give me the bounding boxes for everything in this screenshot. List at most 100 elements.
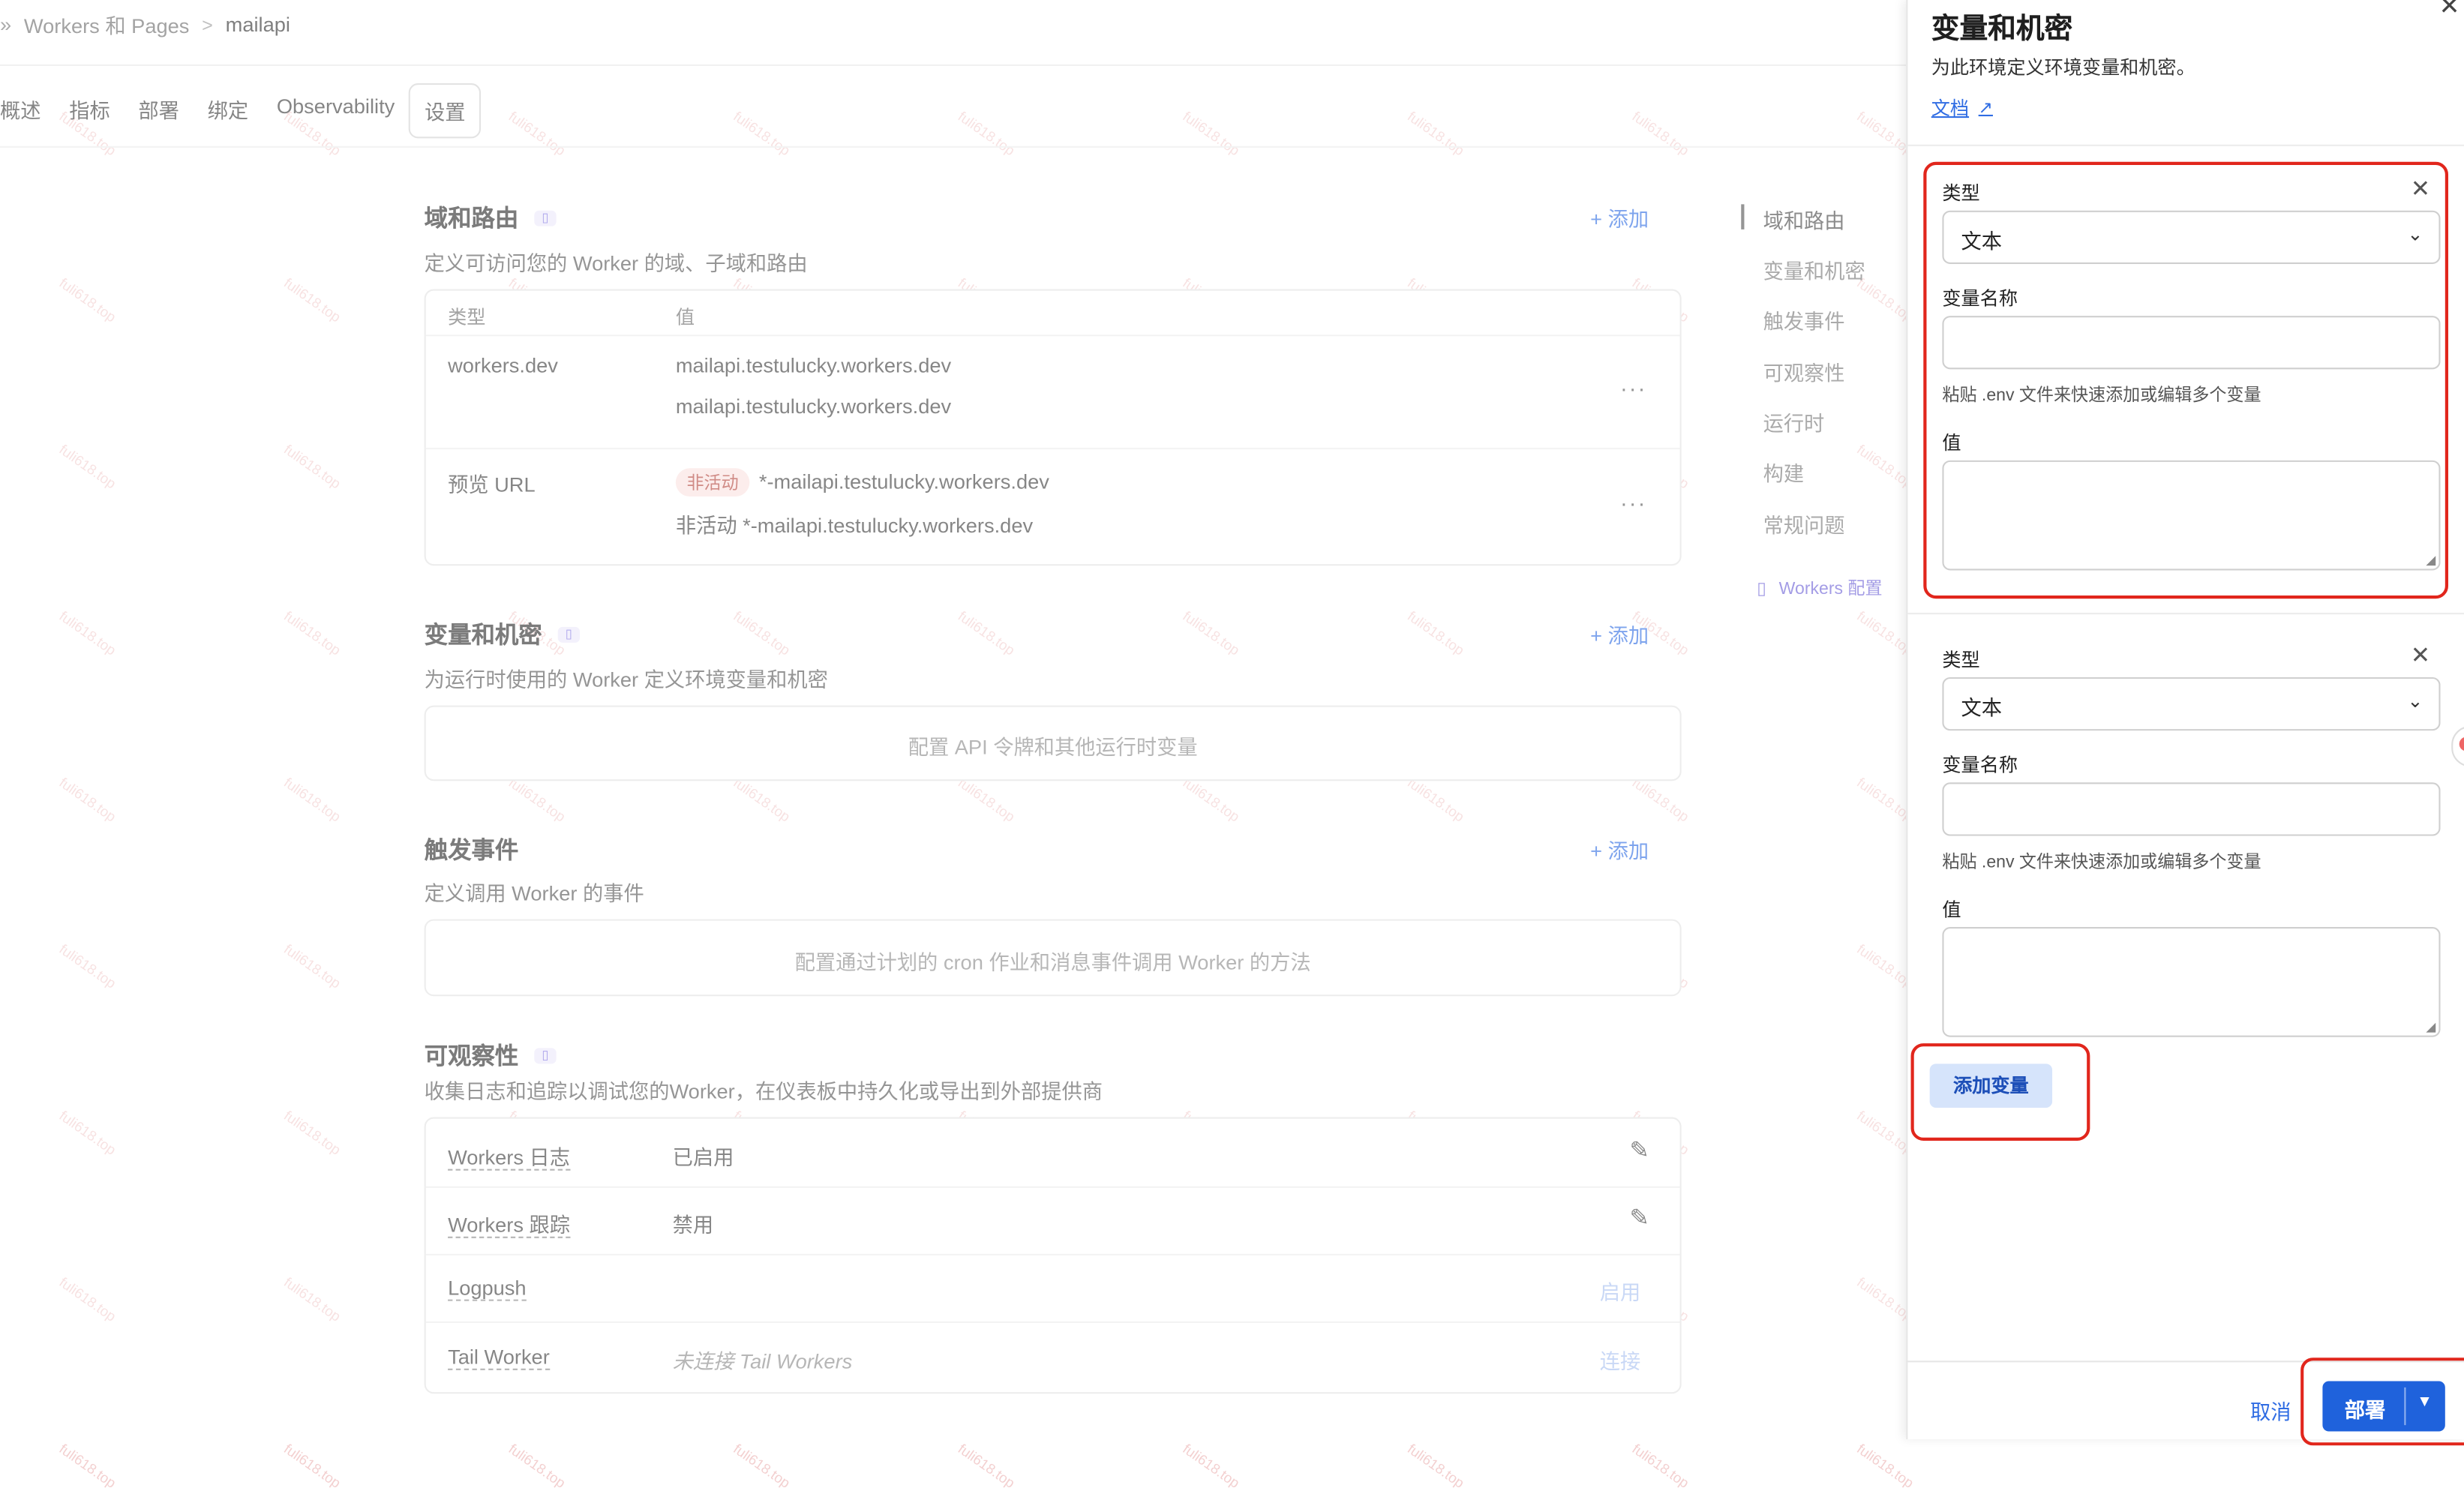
env-paste-hint: 粘贴 .env 文件来快速添加或编辑多个变量 — [1942, 853, 2261, 872]
watermark-text: fuli618.top — [1853, 1441, 1917, 1491]
watermark-text: fuli618.top — [1404, 1441, 1468, 1491]
chevron-down-icon: ⌄ — [2407, 223, 2423, 245]
nav-item-triggers[interactable]: 触发事件 — [1763, 304, 1845, 334]
edit-icon[interactable]: ✎ — [1630, 1204, 1649, 1232]
tab-bindings[interactable]: 绑定 — [194, 83, 263, 138]
domains-title-text: 域和路由 — [424, 206, 519, 233]
variable-name-input[interactable] — [1942, 316, 2441, 370]
book-icon[interactable]: ▯ — [534, 1047, 557, 1064]
book-icon[interactable]: ▯ — [557, 626, 581, 642]
nav-item-variables[interactable]: 变量和机密 — [1763, 254, 1865, 284]
active-indicator — [1741, 204, 1745, 230]
watermark-text: fuli618.top — [56, 1274, 119, 1325]
watermark-text: fuli618.top — [955, 608, 1018, 658]
tail-worker-connect-link[interactable]: 连接 — [1600, 1345, 1641, 1375]
nav-item-observability[interactable]: 可观察性 — [1763, 357, 1845, 387]
tab-deployments[interactable]: 部署 — [125, 83, 194, 138]
breadcrumb-parent[interactable]: Workers 和 Pages — [24, 10, 189, 40]
watermark-text: fuli618.top — [730, 608, 794, 658]
watermark-text: fuli618.top — [955, 774, 1018, 825]
logpush-name: Logpush — [448, 1276, 527, 1301]
watermark-text: fuli618.top — [281, 1441, 344, 1491]
table-divider — [425, 334, 1680, 337]
variable-name-label: 变量名称 — [1942, 287, 2018, 310]
breadcrumb-icon: » — [0, 12, 12, 37]
add-variable-button[interactable]: 添加变量 — [1929, 1064, 2053, 1108]
nav-item-build[interactable]: 构建 — [1763, 458, 1805, 488]
domains-section-title: 域和路由 ▯ — [425, 201, 557, 234]
watermark-text: fuli618.top — [281, 940, 344, 992]
value-label: 值 — [1942, 432, 1961, 454]
nav-item-general[interactable]: 常规问题 — [1763, 509, 1845, 539]
remove-entry-icon[interactable]: ✕ — [2411, 175, 2430, 203]
preview-route-value: *-mailapi.testulucky.workers.dev — [758, 470, 1049, 494]
triggers-title-text: 触发事件 — [424, 837, 519, 865]
type-label: 类型 — [1942, 649, 1980, 671]
triggers-empty-card[interactable]: 配置通过计划的 cron 作业和消息事件调用 Worker 的方法 — [424, 919, 1682, 997]
type-select[interactable]: 文本 ⌄ — [1942, 676, 2441, 731]
main-content: fuli618.top fuli618.top fuli618.top fuli618… — [0, 0, 1916, 1491]
resize-grip-icon[interactable]: ◢ — [2426, 1020, 2435, 1034]
watermark-text: fuli618.top — [56, 608, 119, 658]
variables-section-title: 变量和机密 ▯ — [425, 617, 581, 650]
type-select[interactable]: 文本 ⌄ — [1942, 210, 2441, 264]
close-icon[interactable]: ✕ — [2438, 0, 2459, 22]
nav-item-domains[interactable]: 域和路由 — [1763, 204, 1845, 234]
drawer-title: 变量和机密 — [1931, 12, 2073, 44]
tab-metrics[interactable]: 指标 — [55, 83, 124, 138]
drawer-doc-link[interactable]: 文档 ↗ — [1931, 94, 1993, 122]
preview-route: 非活动 *-mailapi.testulucky.workers.dev — [675, 468, 1049, 497]
deploy-label: 部署 — [2344, 1398, 2386, 1422]
watermark-text: fuli618.top — [955, 108, 1018, 159]
tab-settings[interactable]: 设置 — [409, 83, 482, 139]
more-options-icon[interactable]: ··· — [1620, 490, 1647, 516]
workers-logs-label: Workers 日志 — [448, 1141, 570, 1171]
nav-item-runtime[interactable]: 运行时 — [1763, 407, 1825, 437]
watermark-text: fuli618.top — [955, 1441, 1018, 1491]
remove-entry-icon[interactable]: ✕ — [2411, 641, 2430, 670]
chevron-down-icon: ⌄ — [2407, 689, 2423, 712]
external-link-icon: ↗ — [1978, 98, 1993, 118]
resize-grip-icon[interactable]: ◢ — [2426, 553, 2435, 567]
variables-empty-card[interactable]: 配置 API 令牌和其他运行时变量 — [424, 705, 1682, 782]
breadcrumb: » Workers 和 Pages > mailapi — [0, 10, 290, 40]
triggers-add-link[interactable]: + 添加 — [1590, 834, 1649, 864]
column-header-type: 类型 — [448, 306, 486, 328]
watermark-text: fuli618.top — [281, 441, 344, 492]
workers-traces-status: 禁用 — [672, 1213, 714, 1237]
logpush-enable-link[interactable]: 启用 — [1600, 1276, 1641, 1306]
watermark-text: fuli618.top — [1629, 108, 1692, 159]
domains-add-link[interactable]: + 添加 — [1590, 202, 1649, 232]
tabs-divider — [0, 146, 1907, 148]
watermark-text: fuli618.top — [1180, 608, 1243, 658]
variables-placeholder: 配置 API 令牌和其他运行时变量 — [908, 735, 1198, 759]
watermark-text: fuli618.top — [1404, 108, 1468, 159]
caret-down-icon[interactable]: ▼ — [2417, 1394, 2432, 1411]
tab-observability[interactable]: Observability — [263, 83, 409, 138]
value-label: 值 — [1942, 898, 1961, 921]
watermark-text: fuli618.top — [1180, 108, 1243, 159]
deploy-button[interactable]: 部署 ▼ — [2322, 1381, 2445, 1432]
triggers-desc: 定义调用 Worker 的事件 — [424, 881, 644, 905]
watermark-text: fuli618.top — [56, 940, 119, 992]
triggers-section-title: 触发事件 — [425, 832, 519, 866]
type-select-value: 文本 — [1961, 696, 2003, 720]
cancel-button[interactable]: 取消 — [2250, 1395, 2291, 1425]
workers-config-doc-label: Workers 配置 — [1778, 580, 1883, 599]
more-options-icon[interactable]: ··· — [1620, 376, 1647, 401]
value-textarea[interactable]: ◢ — [1942, 927, 2441, 1037]
watermark-text: fuli618.top — [1180, 774, 1243, 825]
row-type-workers-dev: workers.dev — [448, 353, 558, 377]
workers-logs-name: Workers 日志 — [448, 1145, 570, 1171]
value-textarea[interactable]: ◢ — [1942, 460, 2441, 571]
route-value: mailapi.testulucky.workers.dev — [675, 394, 952, 418]
workers-config-doc-link[interactable]: ▯ Workers 配置 — [1757, 575, 1882, 601]
edit-icon[interactable]: ✎ — [1630, 1136, 1649, 1165]
variables-add-link[interactable]: + 添加 — [1590, 619, 1649, 649]
tail-worker-status: 未连接 Tail Workers — [672, 1349, 853, 1374]
watermark-text: fuli618.top — [1404, 774, 1468, 825]
tab-overview[interactable]: 概述 — [0, 83, 55, 138]
book-icon[interactable]: ▯ — [534, 209, 557, 226]
doc-link-label: 文档 — [1931, 97, 1970, 120]
variable-name-input[interactable] — [1942, 782, 2441, 836]
